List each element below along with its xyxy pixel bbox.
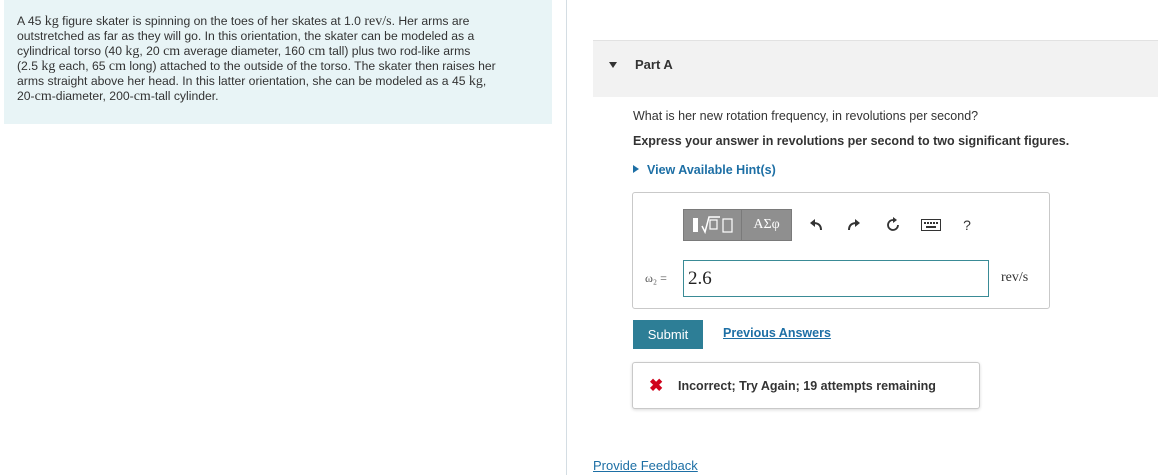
provide-feedback-link[interactable]: Provide Feedback xyxy=(593,458,698,473)
instruction-text: Express your answer in revolutions per s… xyxy=(633,134,1070,148)
problem-line: cylindrical torso (40 kg, 20 cm average … xyxy=(17,44,471,59)
problem-line: A 45 kg figure skater is spinning on the… xyxy=(17,14,470,29)
problem-line: arms straight above her head. In this la… xyxy=(17,74,487,89)
problem-statement: A 45 kg figure skater is spinning on the… xyxy=(4,0,552,124)
undo-icon[interactable] xyxy=(806,215,826,235)
template-icon xyxy=(692,216,733,235)
view-hints-link[interactable]: View Available Hint(s) xyxy=(633,163,776,177)
expand-arrow-icon xyxy=(633,165,639,173)
column-divider xyxy=(566,0,567,475)
problem-line: outstretched as far as they will go. In … xyxy=(17,29,475,43)
part-title: Part A xyxy=(635,57,673,72)
answer-input[interactable] xyxy=(683,260,989,297)
greek-symbols-button[interactable]: ΑΣφ xyxy=(741,209,792,241)
feedback-text: Incorrect; Try Again; 19 attempts remain… xyxy=(678,379,936,393)
answer-box: ΑΣφ ? ω₂ = rev/s xyxy=(632,192,1050,309)
problem-line: (2.5 kg each, 65 cm long) attached to th… xyxy=(17,59,496,74)
answer-unit: rev/s xyxy=(1001,270,1029,285)
help-icon[interactable]: ? xyxy=(957,215,977,235)
part-header[interactable]: Part A xyxy=(593,40,1158,97)
reset-icon[interactable] xyxy=(883,215,903,235)
collapse-triangle-icon[interactable] xyxy=(609,62,617,68)
template-button[interactable] xyxy=(683,209,742,241)
x-icon: ✖ xyxy=(649,376,664,395)
redo-icon[interactable] xyxy=(844,215,864,235)
answer-variable-label: ω₂ = xyxy=(645,271,667,285)
keyboard-icon[interactable] xyxy=(921,215,941,235)
submit-button[interactable]: Submit xyxy=(633,320,703,349)
feedback-message: ✖ Incorrect; Try Again; 19 attempts rema… xyxy=(632,362,980,409)
question-text: What is her new rotation frequency, in r… xyxy=(633,109,979,123)
previous-answers-link[interactable]: Previous Answers xyxy=(723,326,831,340)
problem-line: 20-cm-diameter, 200-cm-tall cylinder. xyxy=(17,89,219,104)
